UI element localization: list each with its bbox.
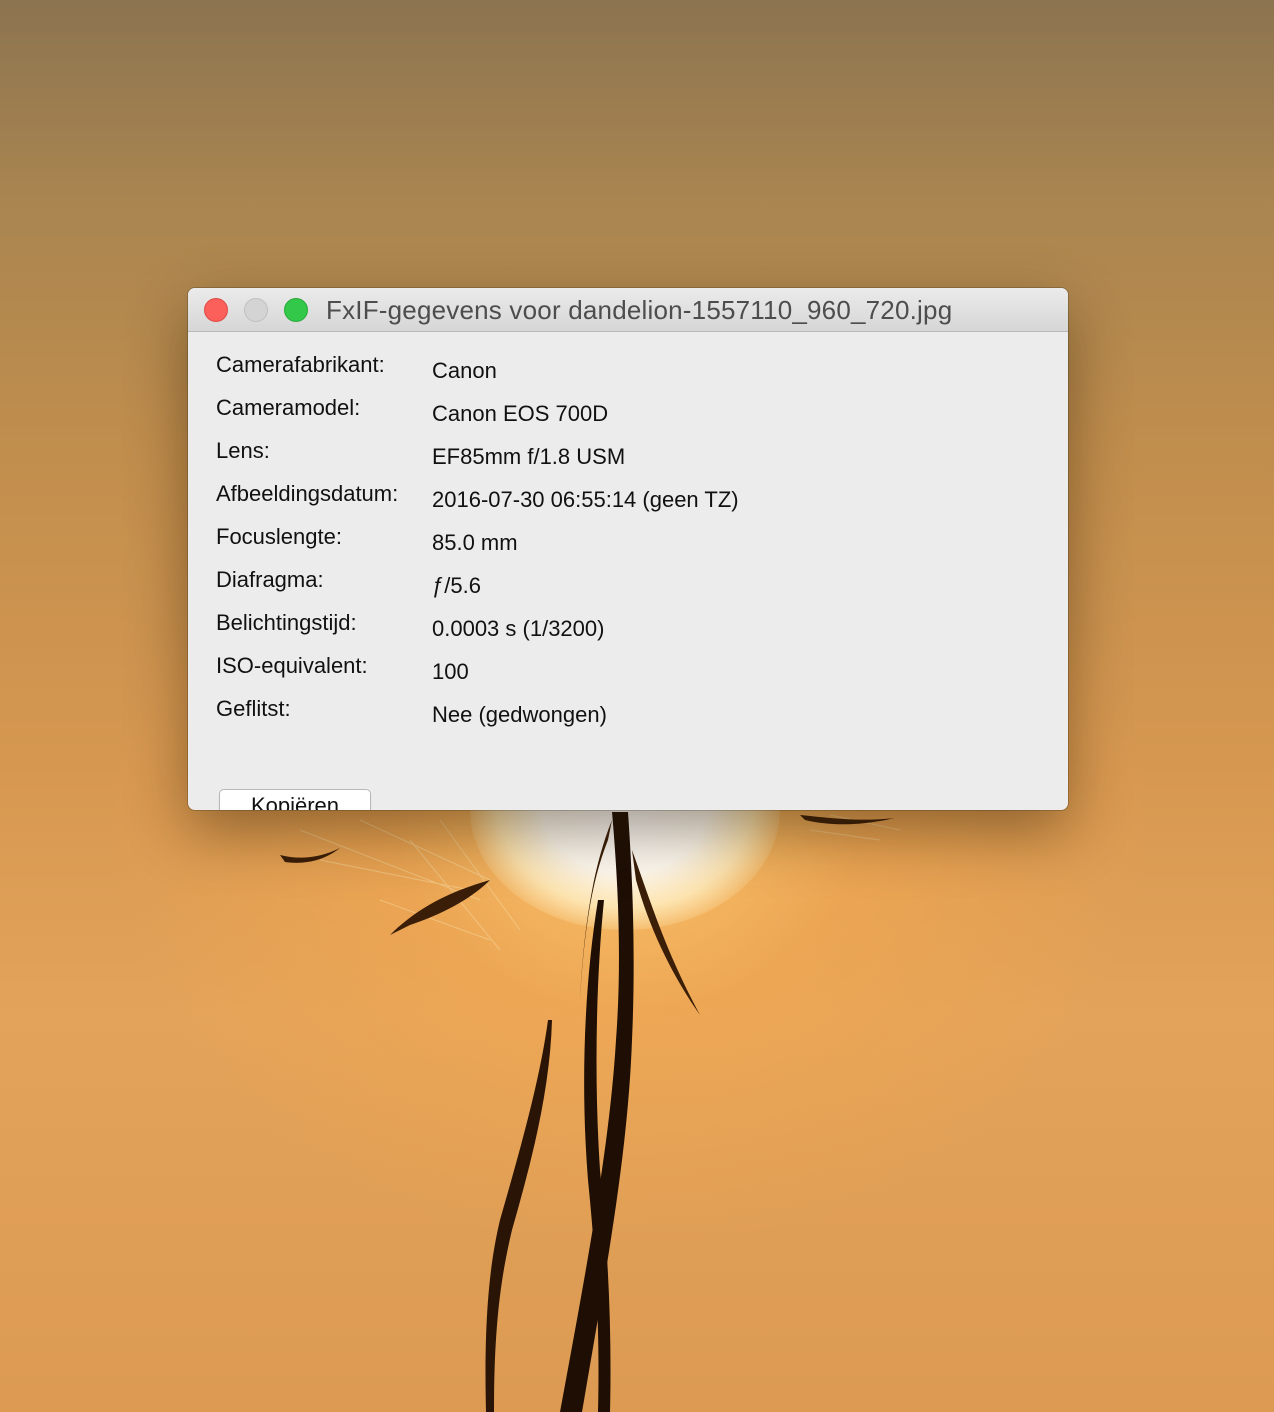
label-flash: Geflitst: (216, 696, 291, 721)
label-image-date: Afbeeldingsdatum: (216, 481, 399, 506)
window-title: FxIF-gegevens voor dandelion-1557110_960… (326, 295, 953, 325)
label-camera-maker: Camerafabrikant: (216, 352, 385, 377)
value-exposure-time: 0.0003 s (1/3200) (432, 616, 605, 641)
title-bar[interactable]: FxIF-gegevens voor dandelion-1557110_960… (188, 288, 1068, 332)
label-lens: Lens: (216, 438, 270, 463)
label-aperture: Diafragma: (216, 567, 324, 592)
value-image-date: 2016-07-30 06:55:14 (geen TZ) (432, 487, 739, 512)
label-iso: ISO-equivalent: (216, 653, 368, 678)
desktop-background: FxIF-gegevens voor dandelion-1557110_960… (0, 0, 1274, 1412)
value-camera-model: Canon EOS 700D (432, 401, 609, 426)
value-iso: 100 (432, 659, 469, 684)
copy-button[interactable]: Kopiëren (219, 789, 371, 810)
fxif-window: FxIF-gegevens voor dandelion-1557110_960… (188, 288, 1068, 810)
label-camera-model: Cameramodel: (216, 395, 361, 420)
minimize-window-button[interactable] (244, 298, 268, 322)
close-window-button[interactable] (204, 298, 228, 322)
zoom-window-button[interactable] (284, 298, 308, 322)
value-lens: EF85mm f/1.8 USM (432, 444, 626, 469)
label-exposure-time: Belichtingstijd: (216, 610, 357, 635)
value-aperture: ƒ/5.6 (432, 573, 481, 598)
value-flash: Nee (gedwongen) (432, 702, 607, 727)
value-focal-length: 85.0 mm (432, 530, 518, 555)
label-focal-length: Focuslengte: (216, 524, 342, 549)
value-camera-maker: Canon (432, 358, 497, 383)
